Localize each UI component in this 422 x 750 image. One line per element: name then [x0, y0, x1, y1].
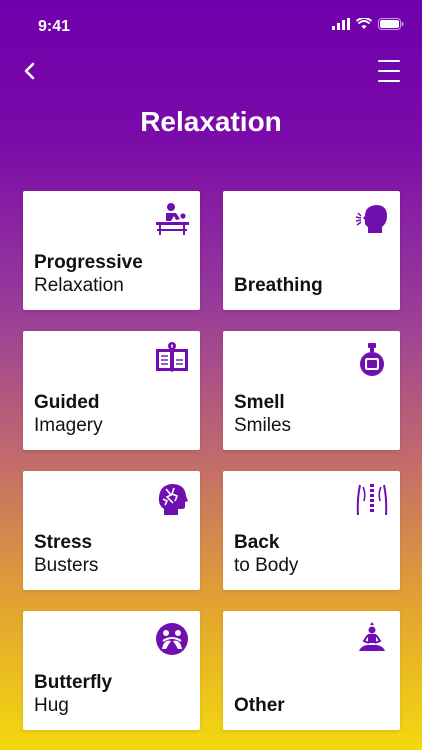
card-back-to-body[interactable]: Back to Body [223, 471, 400, 590]
card-subtitle: Relaxation [34, 275, 124, 296]
hamburger-line [378, 70, 400, 72]
card-subtitle: Smiles [234, 415, 292, 436]
battery-icon [378, 18, 404, 30]
card-subtitle: Hug [34, 695, 69, 716]
breathing-head-icon [355, 205, 387, 233]
back-button[interactable] [18, 58, 40, 84]
card-title: Back [234, 532, 280, 553]
menu-button[interactable] [378, 60, 400, 82]
stressed-head-icon [158, 484, 188, 515]
card-label: Other [234, 694, 285, 717]
nav-header [0, 54, 422, 88]
card-stress-busters[interactable]: Stress Busters [23, 471, 200, 590]
status-icons [332, 18, 404, 30]
signal-icon [332, 18, 350, 30]
massage-icon [156, 203, 189, 235]
card-label: Smell Smiles [234, 391, 291, 437]
status-bar: 9:41 [0, 0, 422, 44]
card-subtitle: to Body [234, 555, 299, 576]
card-label: Progressive Relaxation [34, 251, 143, 297]
card-title: Stress [34, 532, 93, 553]
card-title: Smell [234, 392, 285, 413]
chevron-left-icon [24, 62, 35, 80]
card-label: Guided Imagery [34, 391, 103, 437]
card-title: Butterfly [34, 672, 113, 693]
card-label: Breathing [234, 274, 323, 297]
card-title: Breathing [234, 275, 323, 296]
card-title: Other [234, 695, 285, 716]
card-other[interactable]: Other [223, 611, 400, 730]
card-label: Back to Body [234, 531, 298, 577]
page-title: Relaxation [140, 106, 282, 137]
card-subtitle: Imagery [34, 415, 103, 436]
hamburger-line [378, 60, 400, 62]
perfume-bottle-icon [360, 343, 384, 376]
status-time: 9:41 [38, 18, 71, 35]
butterfly-hug-icon [156, 623, 188, 655]
spine-back-icon [356, 484, 388, 516]
card-guided-imagery[interactable]: Guided Imagery [23, 331, 200, 450]
card-label: Stress Busters [34, 531, 98, 577]
card-title: Progressive [34, 252, 143, 273]
card-progressive-relaxation[interactable]: Progressive Relaxation [23, 191, 200, 310]
card-label: Butterfly Hug [34, 671, 112, 717]
card-subtitle: Busters [34, 555, 99, 576]
card-smell-smiles[interactable]: Smell Smiles [223, 331, 400, 450]
wifi-icon [356, 18, 372, 29]
card-title: Guided [34, 392, 100, 413]
hamburger-line [378, 80, 400, 82]
card-butterfly-hug[interactable]: Butterfly Hug [23, 611, 200, 730]
card-breathing[interactable]: Breathing [223, 191, 400, 310]
meditation-icon [359, 622, 385, 651]
book-icon [156, 342, 188, 373]
